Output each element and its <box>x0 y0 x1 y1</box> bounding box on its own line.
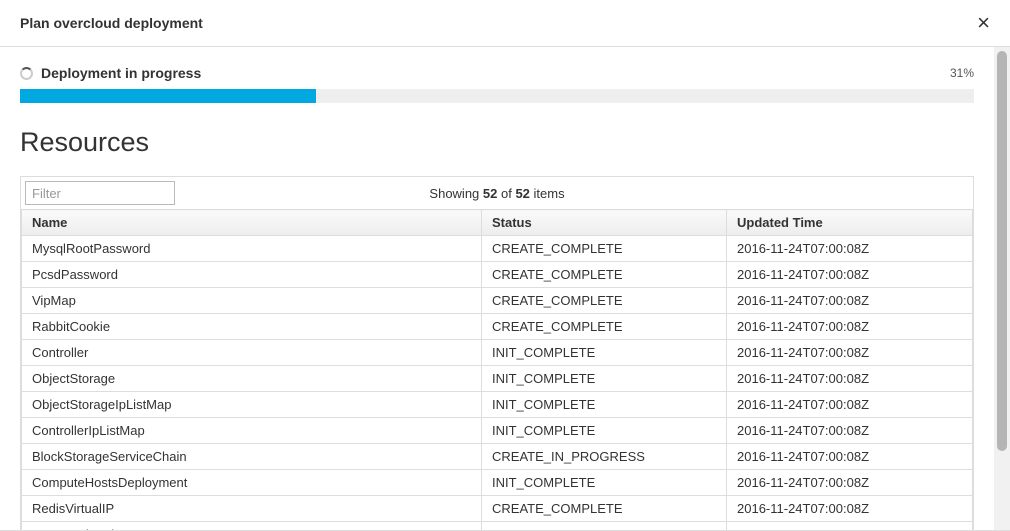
cell-name: RedisVirtualIP <box>22 496 482 522</box>
cell-status: CREATE_COMPLETE <box>482 522 727 531</box>
resources-title: Resources <box>20 127 974 158</box>
cell-updated: 2016-11-24T07:00:08Z <box>727 340 973 366</box>
cell-updated: 2016-11-24T07:00:08Z <box>727 314 973 340</box>
scrollbar-thumb[interactable] <box>997 51 1007 451</box>
progress-track <box>20 89 974 103</box>
cell-status: CREATE_IN_PROGRESS <box>482 444 727 470</box>
col-header-updated[interactable]: Updated Time <box>727 210 973 236</box>
table-row: StorageVirtualIPCREATE_COMPLETE2016-11-2… <box>22 522 973 531</box>
modal-title: Plan overcloud deployment <box>20 15 203 31</box>
col-header-name[interactable]: Name <box>22 210 482 236</box>
cell-name: ControllerIpListMap <box>22 418 482 444</box>
cell-status: INIT_COMPLETE <box>482 392 727 418</box>
cell-status: CREATE_COMPLETE <box>482 262 727 288</box>
cell-name: PcsdPassword <box>22 262 482 288</box>
deployment-status-text: Deployment in progress <box>41 65 201 81</box>
table-row: VipMapCREATE_COMPLETE2016-11-24T07:00:08… <box>22 288 973 314</box>
cell-name: ObjectStorage <box>22 366 482 392</box>
cell-name: BlockStorageServiceChain <box>22 444 482 470</box>
count-of: of <box>497 186 515 201</box>
col-header-status[interactable]: Status <box>482 210 727 236</box>
modal-body: Deployment in progress 31% Resources Sho… <box>0 47 994 530</box>
deployment-status-left: Deployment in progress <box>20 65 201 81</box>
cell-status: INIT_COMPLETE <box>482 340 727 366</box>
cell-name: VipMap <box>22 288 482 314</box>
table-row: ObjectStorageINIT_COMPLETE2016-11-24T07:… <box>22 366 973 392</box>
table-row: PcsdPasswordCREATE_COMPLETE2016-11-24T07… <box>22 262 973 288</box>
count-prefix: Showing <box>429 186 482 201</box>
cell-status: CREATE_COMPLETE <box>482 288 727 314</box>
count-total: 52 <box>515 186 529 201</box>
count-suffix: items <box>530 186 565 201</box>
cell-status: CREATE_COMPLETE <box>482 236 727 262</box>
cell-name: ObjectStorageIpListMap <box>22 392 482 418</box>
filter-row: Showing 52 of 52 items <box>21 177 973 209</box>
close-icon[interactable]: × <box>977 12 990 34</box>
cell-updated: 2016-11-24T07:00:08Z <box>727 366 973 392</box>
cell-status: CREATE_COMPLETE <box>482 314 727 340</box>
cell-status: CREATE_COMPLETE <box>482 496 727 522</box>
result-count: Showing 52 of 52 items <box>429 186 564 201</box>
table-row: RabbitCookieCREATE_COMPLETE2016-11-24T07… <box>22 314 973 340</box>
deployment-status-row: Deployment in progress 31% <box>20 65 974 81</box>
cell-updated: 2016-11-24T07:00:08Z <box>727 444 973 470</box>
scrollbar-track[interactable] <box>994 47 1010 530</box>
modal-body-wrap: Deployment in progress 31% Resources Sho… <box>0 47 1010 530</box>
cell-name: ComputeHostsDeployment <box>22 470 482 496</box>
cell-name: RabbitCookie <box>22 314 482 340</box>
table-row: ControllerIpListMapINIT_COMPLETE2016-11-… <box>22 418 973 444</box>
spinner-icon <box>20 67 33 80</box>
table-row: ObjectStorageIpListMapINIT_COMPLETE2016-… <box>22 392 973 418</box>
cell-updated: 2016-11-24T07:00:08Z <box>727 496 973 522</box>
cell-updated: 2016-11-24T07:00:08Z <box>727 236 973 262</box>
cell-status: INIT_COMPLETE <box>482 470 727 496</box>
cell-name: MysqlRootPassword <box>22 236 482 262</box>
table-row: ComputeHostsDeploymentINIT_COMPLETE2016-… <box>22 470 973 496</box>
table-row: MysqlRootPasswordCREATE_COMPLETE2016-11-… <box>22 236 973 262</box>
progress-bar <box>20 89 316 103</box>
cell-status: INIT_COMPLETE <box>482 366 727 392</box>
cell-name: Controller <box>22 340 482 366</box>
table-body: MysqlRootPasswordCREATE_COMPLETE2016-11-… <box>22 236 973 531</box>
count-shown: 52 <box>483 186 497 201</box>
cell-updated: 2016-11-24T07:00:08Z <box>727 418 973 444</box>
table-row: ControllerINIT_COMPLETE2016-11-24T07:00:… <box>22 340 973 366</box>
cell-updated: 2016-11-24T07:00:08Z <box>727 288 973 314</box>
resources-table-wrap: Showing 52 of 52 items Name Status Updat… <box>20 176 974 530</box>
table-row: RedisVirtualIPCREATE_COMPLETE2016-11-24T… <box>22 496 973 522</box>
table-header-row: Name Status Updated Time <box>22 210 973 236</box>
cell-updated: 2016-11-24T07:00:08Z <box>727 392 973 418</box>
deployment-modal: Plan overcloud deployment × Deployment i… <box>0 0 1010 531</box>
cell-updated: 2016-11-24T07:00:08Z <box>727 470 973 496</box>
deployment-percent: 31% <box>950 66 974 80</box>
cell-updated: 2016-11-24T07:00:08Z <box>727 262 973 288</box>
cell-status: INIT_COMPLETE <box>482 418 727 444</box>
cell-name: StorageVirtualIP <box>22 522 482 531</box>
table-row: BlockStorageServiceChainCREATE_IN_PROGRE… <box>22 444 973 470</box>
cell-updated: 2016-11-24T07:00:08Z <box>727 522 973 531</box>
modal-header: Plan overcloud deployment × <box>0 0 1010 47</box>
resources-table: Name Status Updated Time MysqlRootPasswo… <box>21 209 973 530</box>
filter-input[interactable] <box>25 181 175 205</box>
